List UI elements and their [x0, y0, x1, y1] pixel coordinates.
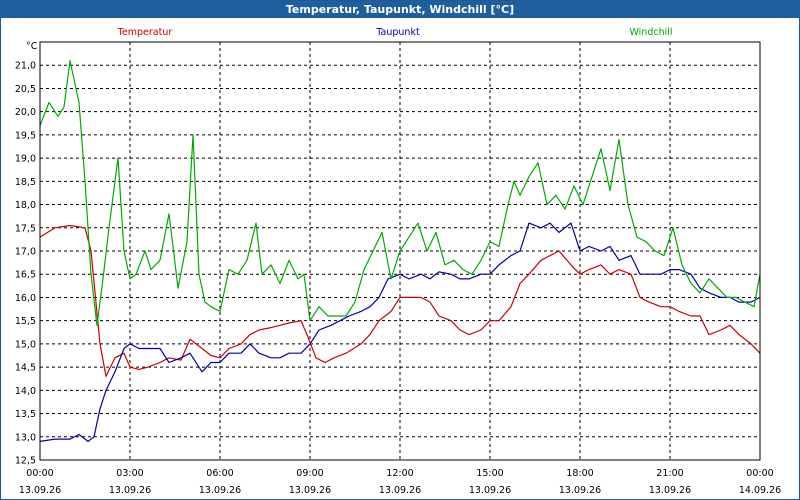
y-tick-label: 16,0 [15, 293, 36, 304]
y-tick-label: 21,0 [15, 61, 36, 72]
y-tick-label: 18,5 [15, 177, 36, 188]
x-tick-time: 09:00 [296, 468, 323, 479]
y-tick-label: 14,5 [15, 363, 36, 374]
x-tick-time: 21:00 [656, 468, 683, 479]
y-tick-label: 13,0 [15, 432, 36, 443]
chart-canvas: 12,5 13,0 13,5 14,0 14,5 15,0 15,5 16,0 16,5 17,0… [15, 27, 781, 496]
x-tick-date: 13.09.26 [19, 485, 61, 496]
y-tick-label: 17,5 [15, 223, 36, 234]
x-tick-date: 14.09.26 [739, 485, 781, 496]
x-tick-date: 13.09.26 [559, 485, 601, 496]
x-tick-time: 15:00 [476, 468, 503, 479]
y-tick-label: 19,0 [15, 154, 36, 165]
y-tick-label: 20,5 [15, 84, 36, 95]
y-tick-label: 13,5 [15, 409, 36, 420]
y-tick-label: 19,5 [15, 130, 36, 141]
x-tick-time: 06:00 [206, 468, 233, 479]
y-tick-label: 15,0 [15, 339, 36, 350]
x-tick-time: 03:00 [116, 468, 143, 479]
legend-item-windchill: Windchill [629, 27, 672, 38]
y-tick-label: 16,5 [15, 270, 36, 281]
x-tick-date: 13.09.26 [649, 485, 691, 496]
y-tick-label: 18,0 [15, 200, 36, 211]
x-tick-time: 12:00 [386, 468, 413, 479]
x-tick-date: 13.09.26 [109, 485, 151, 496]
x-axis-ticks: 00:00 13.09.26 03:00 13.09.26 06:00 13.09.26 0… [19, 468, 781, 496]
x-tick-time: 18:00 [566, 468, 593, 479]
x-tick-date: 13.09.26 [289, 485, 331, 496]
legend-item-temperatur: Temperatur [117, 27, 173, 38]
x-tick-time: 00:00 [746, 468, 773, 479]
x-tick-date: 13.09.26 [379, 485, 421, 496]
y-axis-ticks: 12,5 13,0 13,5 14,0 14,5 15,0 15,5 16,0 16,5 17,0… [15, 61, 36, 467]
legend-item-taupunkt: Taupunkt [375, 27, 420, 38]
y-tick-label: 15,5 [15, 316, 36, 327]
x-tick-time: 00:00 [26, 468, 53, 479]
chart-window: Temperatur, Taupunkt, Windchill [°C] 12,… [0, 0, 800, 500]
y-tick-label: 20,0 [15, 107, 36, 118]
y-tick-label: 14,0 [15, 386, 36, 397]
x-tick-date: 13.09.26 [469, 485, 511, 496]
legend: Temperatur Taupunkt Windchill [117, 27, 673, 38]
x-tick-date: 13.09.26 [199, 485, 241, 496]
y-tick-label: 12,5 [15, 456, 36, 467]
y-tick-label: 17,0 [15, 247, 36, 258]
y-axis-unit: °C [26, 41, 38, 52]
